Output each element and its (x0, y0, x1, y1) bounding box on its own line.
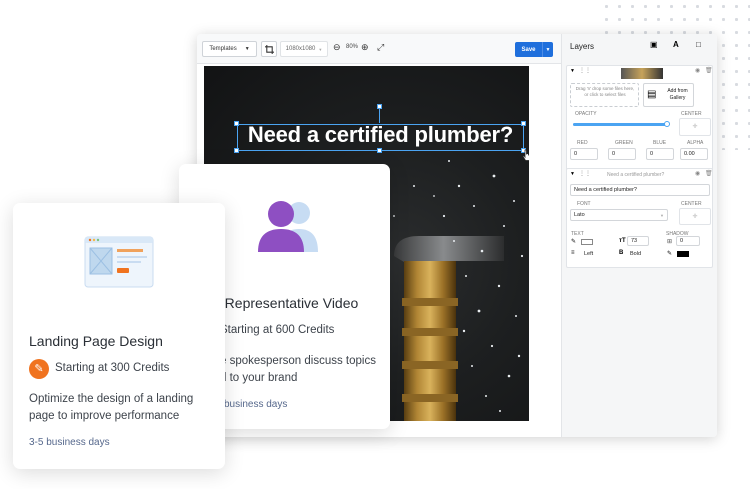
brush-icon: ✎ (34, 363, 44, 375)
chevron-down-icon[interactable]: ▼ (570, 68, 575, 74)
canvas-size-select[interactable]: 1080x1080 ▼ (280, 41, 328, 57)
font-size-icon: ᴛT (619, 238, 626, 244)
landing-card-delivery: 3-5 business days (29, 437, 110, 448)
templates-dropdown[interactable]: Templates ▼ (202, 41, 257, 57)
chevron-down-icon[interactable]: ▼ (542, 42, 553, 57)
text-content-input[interactable]: Need a certified plumber? (570, 184, 710, 196)
landing-card-description-line1: Optimize the design of a landing (29, 393, 194, 405)
drag-handle-icon[interactable]: ⋮⋮ (579, 67, 591, 74)
zoom-level: 80% (346, 44, 359, 50)
text-align-value: Left (584, 251, 594, 257)
shadow-color-icon: ✎ (667, 251, 673, 257)
blue-label: BLUE (653, 140, 667, 146)
font-size-input[interactable]: 73 (627, 236, 649, 246)
blue-input[interactable]: 0 (646, 148, 674, 160)
green-input[interactable]: 0 (608, 148, 636, 160)
font-weight-icon: B (619, 250, 624, 256)
eye-icon[interactable]: ◉ (695, 67, 700, 74)
alignment-widget[interactable]: ✛ (679, 118, 711, 136)
canvas-size-label: 1080x1080 (285, 46, 316, 52)
layers-title: Layers (570, 42, 595, 51)
save-button[interactable]: Save ▼ (515, 42, 553, 57)
file-drop-zone[interactable]: Drag 'n' drop some files here, or click … (570, 83, 639, 107)
alpha-input[interactable]: 0.00 (680, 148, 708, 160)
drag-handle-icon[interactable]: ⋮⋮ (579, 170, 591, 177)
eye-icon[interactable]: ◉ (695, 170, 700, 177)
rotate-handle-line (379, 108, 380, 123)
opacity-label: OPACITY (575, 111, 597, 117)
add-text-icon[interactable]: A (673, 40, 679, 49)
center-label: CENTER (681, 201, 702, 207)
mouse-cursor-icon (522, 149, 529, 161)
chevron-down-icon: ▼ (660, 212, 664, 218)
red-input[interactable]: 0 (570, 148, 598, 160)
resize-handle-bottom[interactable] (377, 148, 382, 153)
shadow-input[interactable]: 0 (676, 236, 700, 246)
shadow-blur-icon: ⊞ (667, 239, 673, 245)
text-layer-section: ▼ ⋮⋮ Need a certified plumber? ◉ 🗑 Need … (566, 168, 713, 268)
video-card-title: d Representative Video (213, 295, 359, 311)
layer-name: Need a certified plumber? (607, 172, 665, 178)
font-weight-select[interactable]: Bold (627, 249, 651, 259)
text-align-icon: ≡ (571, 250, 575, 256)
font-value: Lato (574, 212, 585, 218)
opacity-slider[interactable] (573, 121, 670, 127)
font-label: FONT (577, 201, 591, 207)
zoom-out-icon[interactable]: ⊖ (333, 42, 341, 53)
gallery-label: Add from Gallery (667, 88, 688, 101)
video-card-price: Starting at 600 Credits (220, 324, 335, 336)
chevron-down-icon[interactable]: ▼ (570, 171, 575, 177)
text-label: TEXT (571, 231, 584, 237)
templates-label: Templates (209, 46, 237, 52)
chevron-down-icon: ▼ (318, 46, 323, 52)
red-label: RED (577, 140, 588, 146)
opacity-slider-thumb[interactable] (664, 121, 670, 127)
zoom-in-icon[interactable]: ⊕ (361, 42, 369, 53)
marketing-hero: Templates ▼ 1080x1080 ▼ ⊖ 80% ⊕ ⤢ Save ▼ (0, 0, 750, 489)
canvas-headline-text[interactable]: Need a certified plumber? (237, 122, 524, 148)
drop-hint: Drag 'n' drop some files here, or click … (575, 86, 635, 97)
crop-icon (264, 44, 274, 54)
font-weight-value: Bold (630, 251, 642, 257)
text-color-icon: ✎ (571, 239, 577, 245)
editor-toolbar: Templates ▼ 1080x1080 ▼ ⊖ 80% ⊕ ⤢ Save ▼ (197, 34, 561, 64)
save-label: Save (521, 46, 536, 53)
browser-mockup-icon (84, 236, 154, 288)
layer-thumbnail (621, 68, 663, 79)
font-select[interactable]: Lato ▼ (570, 209, 668, 221)
trash-icon[interactable]: 🗑 (705, 170, 713, 177)
alpha-label: ALPHA (687, 140, 704, 146)
landing-card-title: Landing Page Design (29, 333, 163, 349)
resize-handle-bottom-left[interactable] (234, 148, 239, 153)
add-image-icon[interactable]: ▣ (650, 40, 658, 49)
service-card-landing-page[interactable]: Landing Page Design ✎ Starting at 300 Cr… (13, 203, 225, 469)
shadow-color-swatch[interactable] (677, 251, 689, 257)
opacity-slider-fill (573, 123, 667, 126)
alignment-widget[interactable]: ✛ (679, 208, 711, 225)
green-label: GREEN (615, 140, 633, 146)
text-color-swatch[interactable] (581, 239, 593, 245)
video-card-delivery: business days (224, 399, 288, 410)
layers-panel: Layers ▣ A □ ▼ ⋮⋮ ◉ 🗑 Drag 'n' drop some… (561, 34, 717, 437)
center-label: CENTER (681, 111, 702, 117)
landing-card-price: Starting at 300 Credits (55, 362, 170, 374)
video-card-description-line2: d to your brand (220, 372, 298, 384)
trash-icon[interactable]: 🗑 (705, 67, 713, 74)
video-card-description-line1: e spokesperson discuss topics (220, 355, 376, 367)
people-icon (258, 201, 318, 252)
gallery-icon: ▤ (647, 89, 657, 100)
paintbrush-badge: ✎ (29, 359, 49, 379)
add-from-gallery-button[interactable]: ▤ Add from Gallery (643, 83, 694, 107)
chevron-down-icon: ▼ (244, 46, 250, 52)
landing-card-description-line2: page to improve performance (29, 410, 180, 422)
fit-screen-icon[interactable]: ⤢ (377, 42, 384, 53)
crop-button[interactable] (261, 41, 277, 57)
text-align-select[interactable]: Left (581, 249, 605, 259)
rotate-handle[interactable] (377, 104, 382, 109)
add-shape-icon[interactable]: □ (696, 40, 701, 49)
